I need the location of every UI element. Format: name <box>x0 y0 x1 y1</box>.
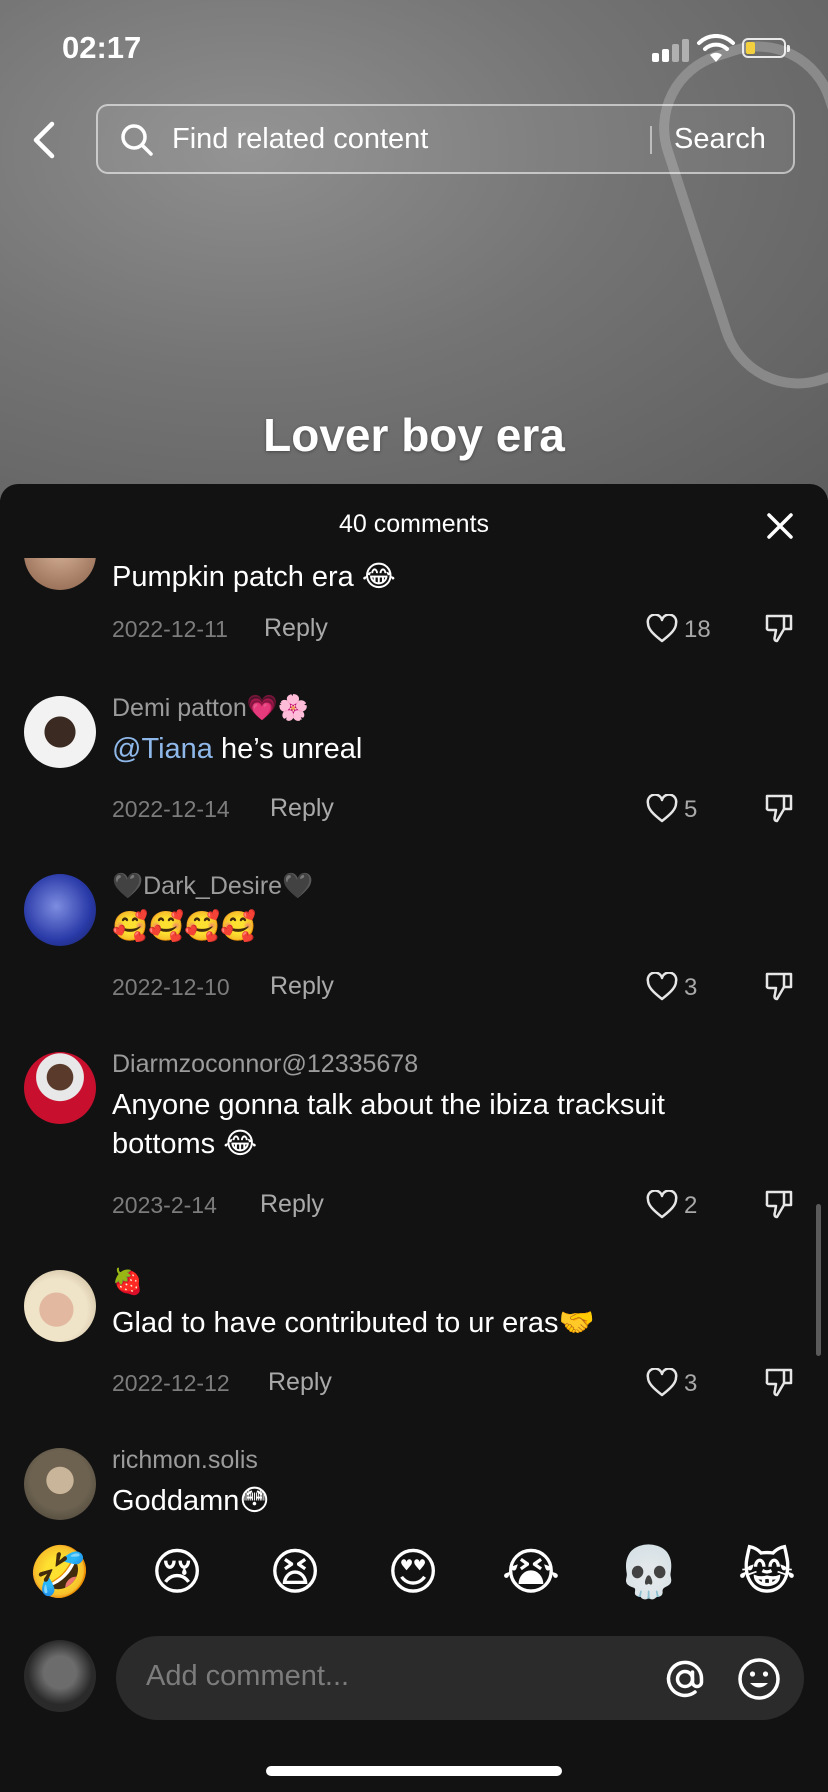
like-count: 5 <box>684 796 698 823</box>
home-indicator[interactable] <box>266 1766 562 1776</box>
comment-date: 2022-12-12 <box>112 1370 230 1396</box>
emoji-sobbing-button[interactable]: 😭 <box>499 1540 563 1604</box>
search-input[interactable]: Find related content <box>172 123 428 156</box>
comment-username[interactable]: Diarmzoconnor@12335678 <box>112 1050 418 1079</box>
dislike-icon[interactable] <box>764 1188 794 1220</box>
comment-text: 🥰🥰🥰🥰 <box>112 911 257 943</box>
dislike-icon[interactable] <box>764 612 794 644</box>
avatar[interactable] <box>24 696 96 768</box>
status-bar: 02:17 <box>0 0 828 100</box>
search-divider <box>650 126 652 154</box>
avatar[interactable] <box>24 558 96 590</box>
emoji-rofl-button[interactable]: 🤣 <box>28 1540 92 1604</box>
comments-count-title: 40 comments <box>338 510 490 538</box>
reply-button[interactable]: Reply <box>270 972 334 1001</box>
quick-emoji-bar: 🤣 😢 😫 😍 😭 💀 😹 <box>0 1540 828 1620</box>
emoji-tired-button[interactable]: 😫 <box>263 1540 327 1604</box>
dislike-icon[interactable] <box>764 792 794 824</box>
heart-icon[interactable] <box>646 1368 678 1398</box>
comment-item: 🖤Dark_Desire🖤 🥰🥰🥰🥰 2022-12-10 Reply 3 <box>0 856 828 1034</box>
comment-input-placeholder: Add comment... <box>146 1660 350 1692</box>
back-button[interactable] <box>26 118 66 162</box>
battery-icon <box>742 38 790 58</box>
comment-text: @Tiana he’s unreal <box>112 730 752 769</box>
current-user-avatar <box>24 1640 96 1712</box>
dislike-icon[interactable] <box>764 970 794 1002</box>
comment-date: 2023-2-14 <box>112 1192 217 1218</box>
reply-button[interactable]: Reply <box>264 614 328 643</box>
reply-button[interactable]: Reply <box>260 1190 324 1219</box>
search-icon <box>121 124 153 156</box>
emoji-cat-joy-button[interactable]: 😹 <box>735 1540 799 1604</box>
heart-icon[interactable] <box>646 972 678 1002</box>
comment-item: 🍓 Glad to have contributed to ur eras🤝 2… <box>0 1252 828 1430</box>
search-bar[interactable]: Find related content Search <box>96 104 795 174</box>
close-button[interactable] <box>762 508 798 544</box>
mention-link[interactable]: @Tiana <box>112 733 213 765</box>
comment-list[interactable]: Pumpkin patch era 😂 2022-12-11 Reply 18 … <box>0 558 828 1548</box>
like-count: 3 <box>684 1370 698 1397</box>
emoji-heart-eyes-button[interactable]: 😍 <box>381 1540 445 1604</box>
comment-item: richmon.solis Goddamn😳 <box>0 1430 828 1548</box>
emoji-skull-button[interactable]: 💀 <box>617 1540 681 1604</box>
scrollbar[interactable] <box>816 1204 821 1356</box>
reply-button[interactable]: Reply <box>270 794 334 823</box>
comment-date: 2022-12-14 <box>112 796 230 822</box>
avatar[interactable] <box>24 874 96 946</box>
heart-icon[interactable] <box>646 794 678 824</box>
comment-text: Anyone gonna talk about the ibiza tracks… <box>112 1089 665 1160</box>
comment-text: Pumpkin patch era 😂 <box>112 561 396 593</box>
heart-icon[interactable] <box>646 614 678 644</box>
comment-item: Pumpkin patch era 😂 2022-12-11 Reply 18 <box>0 558 828 678</box>
comment-text: Goddamn😳 <box>112 1485 270 1517</box>
comment-username[interactable]: Demi patton💗🌸 <box>112 694 309 723</box>
comment-username[interactable]: richmon.solis <box>112 1446 258 1475</box>
dislike-icon[interactable] <box>764 1366 794 1398</box>
comment-item: Diarmzoconnor@12335678 Anyone gonna talk… <box>0 1034 828 1252</box>
video-caption: Lover boy era <box>263 409 565 461</box>
status-time: 02:17 <box>62 30 142 65</box>
avatar[interactable] <box>24 1270 96 1342</box>
comment-date: 2022-12-10 <box>112 974 230 1000</box>
cellular-signal-icon <box>652 38 690 62</box>
comment-text-body: he’s unreal <box>212 733 363 765</box>
like-count: 3 <box>684 974 698 1001</box>
avatar[interactable] <box>24 1448 96 1520</box>
reply-button[interactable]: Reply <box>268 1368 332 1397</box>
mention-at-icon[interactable] <box>662 1656 708 1702</box>
comment-username[interactable]: 🖤Dark_Desire🖤 <box>112 872 313 901</box>
comment-text: Glad to have contributed to ur eras🤝 <box>112 1307 595 1339</box>
emoji-picker-icon[interactable] <box>736 1656 782 1702</box>
emoji-crying-button[interactable]: 😢 <box>145 1540 209 1604</box>
heart-icon[interactable] <box>646 1190 678 1220</box>
wifi-icon <box>697 34 735 62</box>
like-count: 2 <box>684 1192 698 1219</box>
comment-username[interactable]: 🍓 <box>112 1268 143 1297</box>
like-count: 18 <box>684 616 711 643</box>
comment-input[interactable]: Add comment... <box>116 1636 804 1720</box>
search-button[interactable]: Search <box>674 123 766 156</box>
comment-date: 2022-12-11 <box>112 616 228 642</box>
comment-item: Demi patton💗🌸 @Tiana he’s unreal 2022-12… <box>0 678 828 856</box>
avatar[interactable] <box>24 1052 96 1124</box>
